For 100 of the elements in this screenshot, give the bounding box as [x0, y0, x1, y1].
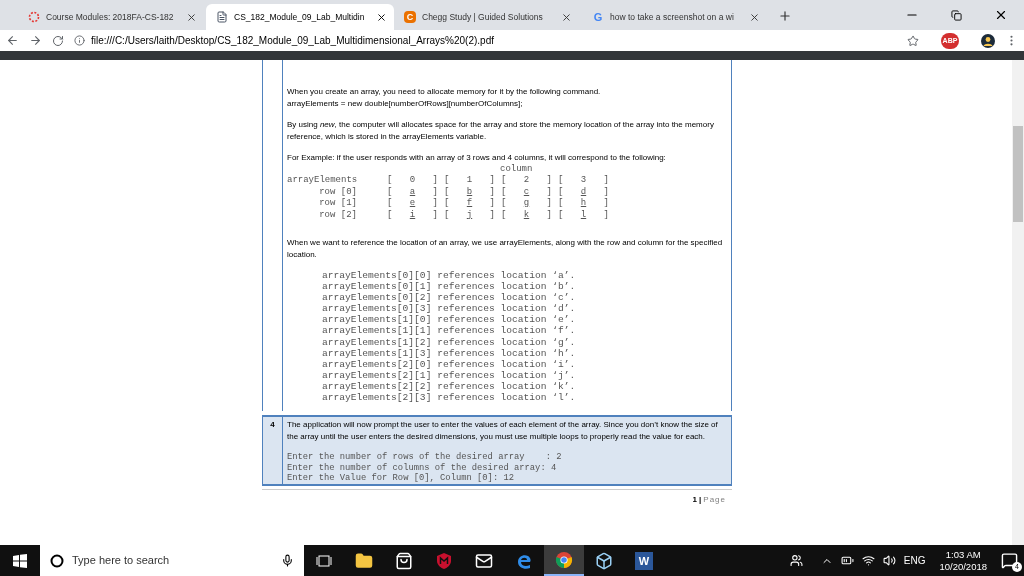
- close-icon[interactable]: [185, 11, 197, 23]
- bracket: ]: [432, 175, 438, 187]
- step-number: 4: [270, 419, 275, 430]
- bracket: ]: [432, 186, 438, 198]
- cell-value: a: [409, 186, 416, 198]
- bracket: ]: [489, 198, 495, 210]
- mail-icon: [475, 551, 493, 570]
- star-icon[interactable]: [907, 34, 919, 47]
- language-indicator[interactable]: ENG: [903, 553, 926, 568]
- browser-tab[interactable]: CS_182_Module_09_Lab_Multidin: [206, 4, 394, 30]
- bracket: [: [444, 209, 450, 221]
- restore-icon[interactable]: [951, 9, 962, 21]
- search-field[interactable]: Type here to search: [40, 545, 304, 576]
- bracket: [: [444, 175, 450, 187]
- bracket: ]: [432, 198, 438, 210]
- scrollbar[interactable]: [1012, 60, 1024, 545]
- code-line: arrayElements[2][3] references location ‘l’.: [322, 392, 577, 404]
- tab-title: Course Modules: 2018FA-CS-182: [46, 10, 174, 24]
- bracket: ]: [603, 209, 609, 221]
- back-icon[interactable]: [6, 34, 19, 47]
- page-label: Page: [703, 493, 726, 506]
- bracket: ]: [432, 209, 438, 221]
- close-icon[interactable]: [376, 11, 388, 23]
- row-label: arrayElements: [287, 175, 359, 187]
- address-field[interactable]: file:///C:/Users/laith/Desktop/CS_182_Module_09_Lab_Multidimensional_Arrays%20(2).pdf: [91, 33, 494, 48]
- separator: |: [699, 493, 702, 506]
- code-line: arrayElements[2][1] references location ‘j’.: [322, 369, 577, 381]
- bracket: [: [558, 175, 564, 187]
- paragraph: arrayElements = new double[numberOfRows][numberOfColumns];: [287, 97, 524, 109]
- search-placeholder: Type here to search: [72, 553, 171, 569]
- page-number: 1: [692, 493, 698, 506]
- loading-spinner-icon: [28, 11, 40, 23]
- cell-value: k: [523, 209, 530, 221]
- browser-tab[interactable]: C Chegg Study | Guided Solutions: [394, 4, 582, 30]
- profile-avatar-icon[interactable]: [981, 33, 995, 48]
- battery-icon[interactable]: [840, 554, 854, 567]
- windows-logo-icon[interactable]: [13, 553, 27, 568]
- shield-icon: [436, 551, 452, 570]
- code-line: arrayElements[2][0] references location ‘i’.: [322, 358, 577, 370]
- new-tab-icon[interactable]: [778, 9, 792, 23]
- cell-value: 3: [580, 175, 587, 187]
- code-line: arrayElements[1][3] references location ‘h’.: [322, 347, 577, 359]
- code-line: arrayElements[0][0] references location ‘a’.: [322, 270, 577, 282]
- bracket: ]: [603, 175, 609, 187]
- forward-icon[interactable]: [29, 34, 42, 47]
- cell-value: j: [466, 209, 473, 221]
- paragraph: By using new, the computer will allocates space for the array and store the memory location of the array into the memory reference, which is stored in the arrayElements variable.: [287, 119, 715, 142]
- code-line: arrayElements[1][1] references location ‘f’.: [322, 325, 577, 337]
- microphone-icon[interactable]: [281, 554, 294, 567]
- code-line: arrayElements[0][3] references location ‘d’.: [322, 303, 577, 315]
- task-view-icon[interactable]: [316, 554, 332, 567]
- google-logo-icon: G: [592, 11, 604, 23]
- cell-value: 2: [523, 175, 530, 187]
- info-icon[interactable]: [74, 35, 85, 46]
- cell-value: h: [580, 198, 587, 210]
- code-line: arrayElements[0][1] references location ‘b’.: [322, 281, 577, 293]
- wifi-icon[interactable]: [861, 554, 875, 567]
- row-label: row [0]: [318, 186, 358, 198]
- paragraph: The application will now prompt the user to enter the values of each element of the array. Since you don’t know the size of the array until the user enters the desired dimensions, you must use multiple loops to properly read the value for each.: [287, 419, 719, 443]
- bracket: ]: [546, 198, 552, 210]
- chrome-icon: [555, 550, 573, 569]
- bracket: ]: [546, 175, 552, 187]
- reload-icon[interactable]: [52, 34, 64, 47]
- browser-tab[interactable]: Course Modules: 2018FA-CS-182: [18, 4, 206, 30]
- clock-date[interactable]: 10/20/2018: [939, 560, 987, 573]
- browser-tab[interactable]: G how to take a screenshot on a wi: [582, 4, 770, 30]
- paragraph: When we want to reference the location of an array, we use arrayElements, along with the row and column for the specified location.: [287, 237, 724, 260]
- bracket: ]: [546, 186, 552, 198]
- bracket: [: [387, 198, 393, 210]
- code-line: Enter the Value for Row [0], Column [0]: 12: [287, 473, 515, 484]
- bracket: ]: [603, 198, 609, 210]
- cell-value: b: [466, 186, 473, 198]
- volume-icon[interactable]: [882, 554, 896, 567]
- bracket: [: [558, 186, 564, 198]
- cell-value: l: [580, 209, 587, 221]
- bracket: [: [501, 198, 507, 210]
- clock-time[interactable]: 1:03 AM: [945, 548, 981, 561]
- code-line: arrayElements[2][2] references location ‘k’.: [322, 380, 577, 393]
- close-icon[interactable]: [561, 11, 572, 23]
- people-icon[interactable]: [789, 554, 803, 567]
- bracket: [: [444, 198, 450, 210]
- bracket: [: [558, 209, 564, 221]
- code-line: Enter the number of rows of the desired array : 2: [287, 452, 563, 463]
- bracket: ]: [489, 209, 495, 221]
- taskbar-app[interactable]: W: [624, 545, 664, 576]
- code-line: arrayElements[1][0] references location ‘e’.: [322, 314, 577, 326]
- chegg-logo-icon: C: [404, 11, 416, 23]
- cell-value: g: [523, 198, 530, 210]
- cell-value: e: [409, 198, 416, 210]
- row-label: row [2]: [318, 209, 358, 221]
- taskbar-app[interactable]: [544, 545, 584, 576]
- close-icon[interactable]: [994, 8, 1008, 22]
- column-label: column: [500, 163, 533, 174]
- row-label: row [1]: [318, 198, 358, 210]
- close-icon[interactable]: [749, 11, 760, 23]
- code-line: Enter the number of columns of the desired array: 4: [287, 462, 558, 473]
- cell-value: f: [466, 198, 473, 210]
- document-icon: [216, 11, 228, 23]
- cube-icon: [595, 551, 613, 570]
- word-logo-icon: W: [635, 551, 653, 570]
